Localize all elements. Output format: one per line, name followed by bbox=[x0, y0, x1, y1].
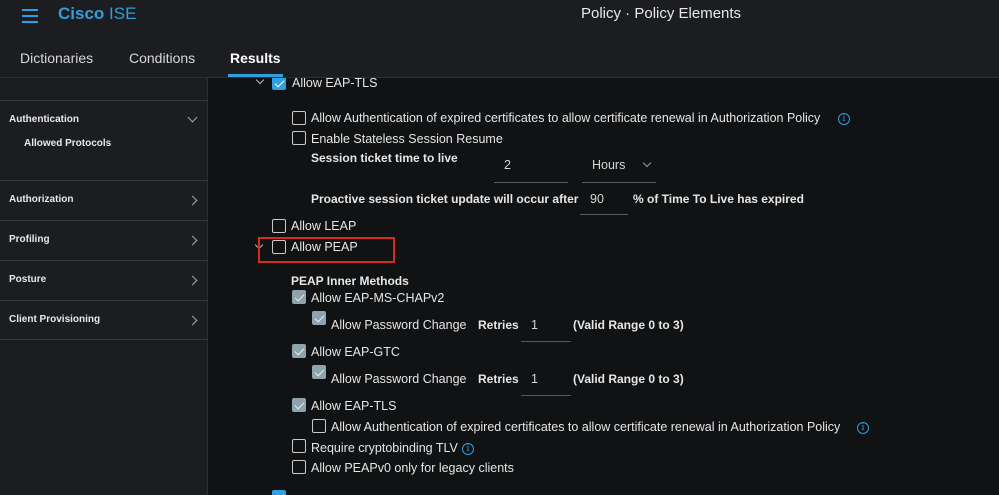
allow-eap-gtc-label: Allow EAP-GTC bbox=[311, 345, 400, 359]
chevron-down-icon[interactable] bbox=[255, 78, 265, 85]
proactive-update-value: 90 bbox=[590, 192, 604, 206]
allow-expired-certs-label: Allow Authentication of expired certific… bbox=[331, 420, 841, 434]
session-ticket-time-value: 2 bbox=[504, 158, 511, 172]
allow-leap-label: Allow LEAP bbox=[291, 219, 357, 233]
retries-label: Retries bbox=[478, 372, 519, 386]
allow-peapv0-checkbox[interactable] bbox=[292, 460, 306, 474]
allow-eap-tls-checkbox[interactable] bbox=[272, 78, 286, 90]
chevron-right-icon bbox=[187, 315, 198, 326]
chevron-down-icon bbox=[187, 112, 198, 123]
session-ticket-unit-value: Hours bbox=[592, 158, 626, 172]
allow-eap-tls-inner-checkbox[interactable] bbox=[292, 398, 306, 412]
sidebar-divider bbox=[0, 339, 208, 340]
proactive-update-label: Proactive session ticket update will occ… bbox=[311, 192, 579, 206]
allow-eap-ms-chapv2-label: Allow EAP-MS-CHAPv2 bbox=[311, 291, 445, 305]
allow-eap-tls-label: Allow EAP-TLS bbox=[292, 78, 378, 90]
sidebar-item-label: Allowed Protocols bbox=[24, 138, 112, 149]
allow-expired-certs-checkbox[interactable] bbox=[312, 419, 326, 433]
allow-expired-certs-checkbox[interactable] bbox=[292, 111, 306, 125]
brand-name-bold: Cisco bbox=[58, 4, 105, 23]
hamburger-menu-icon[interactable] bbox=[22, 9, 38, 23]
info-icon[interactable]: i bbox=[838, 113, 850, 125]
retries-input[interactable]: 1 bbox=[521, 364, 571, 396]
sidebar-item-label: Posture bbox=[9, 274, 47, 285]
sidebar: Authentication Allowed Protocols Authori… bbox=[0, 78, 208, 495]
allow-leap-checkbox[interactable] bbox=[272, 219, 286, 233]
sidebar-item-label: Profiling bbox=[9, 234, 50, 245]
highlight-box bbox=[258, 237, 395, 263]
sidebar-item-label: Client Provisioning bbox=[9, 314, 101, 325]
page-title: Policy · Policy Elements bbox=[581, 5, 742, 22]
info-icon[interactable]: i bbox=[462, 443, 474, 455]
retries-value: 1 bbox=[531, 318, 538, 332]
session-ticket-time-input[interactable]: 2 bbox=[494, 151, 568, 183]
allow-password-change-checkbox[interactable] bbox=[312, 365, 326, 379]
chevron-down-icon bbox=[642, 158, 652, 168]
brand-logo[interactable]: Cisco ISE bbox=[58, 4, 136, 24]
next-protocol-checkbox[interactable] bbox=[272, 490, 286, 495]
valid-range-text: (Valid Range 0 to 3) bbox=[573, 318, 684, 332]
allow-password-change-checkbox[interactable] bbox=[312, 311, 326, 325]
allow-expired-certs-label: Allow Authentication of expired certific… bbox=[311, 111, 821, 125]
tab-results[interactable]: Results bbox=[228, 50, 283, 77]
allow-eap-ms-chapv2-checkbox[interactable] bbox=[292, 290, 306, 304]
session-ticket-unit-select[interactable]: Hours bbox=[582, 151, 656, 183]
require-cryptobinding-checkbox[interactable] bbox=[292, 439, 306, 453]
sidebar-item-authorization[interactable]: Authorization bbox=[0, 180, 208, 220]
top-header: Cisco ISE Policy · Policy Elements bbox=[0, 0, 999, 38]
allowed-protocols-form: Allow EAP-TLS Allow Authentication of ex… bbox=[208, 78, 999, 495]
sidebar-item-profiling[interactable]: Profiling bbox=[0, 220, 208, 260]
retries-value: 1 bbox=[531, 372, 538, 386]
allow-password-change-label: Allow Password Change bbox=[331, 318, 467, 332]
chevron-right-icon bbox=[187, 235, 198, 246]
sidebar-item-posture[interactable]: Posture bbox=[0, 260, 208, 300]
retries-input[interactable]: 1 bbox=[521, 310, 571, 342]
allow-eap-tls-inner-label: Allow EAP-TLS bbox=[311, 399, 397, 413]
sidebar-item-label: Authentication bbox=[9, 114, 79, 125]
sidebar-item-allowed-protocols[interactable]: Allowed Protocols bbox=[0, 134, 208, 154]
valid-range-text: (Valid Range 0 to 3) bbox=[573, 372, 684, 386]
tab-conditions[interactable]: Conditions bbox=[129, 50, 195, 66]
chevron-right-icon bbox=[187, 275, 198, 286]
require-cryptobinding-label: Require cryptobinding TLV bbox=[311, 441, 458, 455]
tab-bar: Dictionaries Conditions Results bbox=[0, 38, 999, 78]
session-ticket-label: Session ticket time to live bbox=[311, 151, 458, 165]
allow-peapv0-label: Allow PEAPv0 only for legacy clients bbox=[311, 461, 514, 475]
tab-dictionaries[interactable]: Dictionaries bbox=[20, 50, 93, 66]
brand-name-rest: ISE bbox=[104, 4, 137, 23]
sidebar-item-client-provisioning[interactable]: Client Provisioning bbox=[0, 300, 208, 340]
allow-eap-gtc-checkbox[interactable] bbox=[292, 344, 306, 358]
proactive-update-suffix: % of Time To Live has expired bbox=[633, 192, 804, 206]
allow-password-change-label: Allow Password Change bbox=[331, 372, 467, 386]
peap-inner-methods-heading: PEAP Inner Methods bbox=[291, 274, 409, 288]
proactive-update-input[interactable]: 90 bbox=[580, 183, 628, 215]
enable-stateless-session-checkbox[interactable] bbox=[292, 131, 306, 145]
retries-label: Retries bbox=[478, 318, 519, 332]
enable-stateless-session-label: Enable Stateless Session Resume bbox=[311, 132, 503, 146]
sidebar-item-label: Authorization bbox=[9, 194, 74, 205]
info-icon[interactable]: i bbox=[857, 422, 869, 434]
chevron-right-icon bbox=[187, 195, 198, 206]
